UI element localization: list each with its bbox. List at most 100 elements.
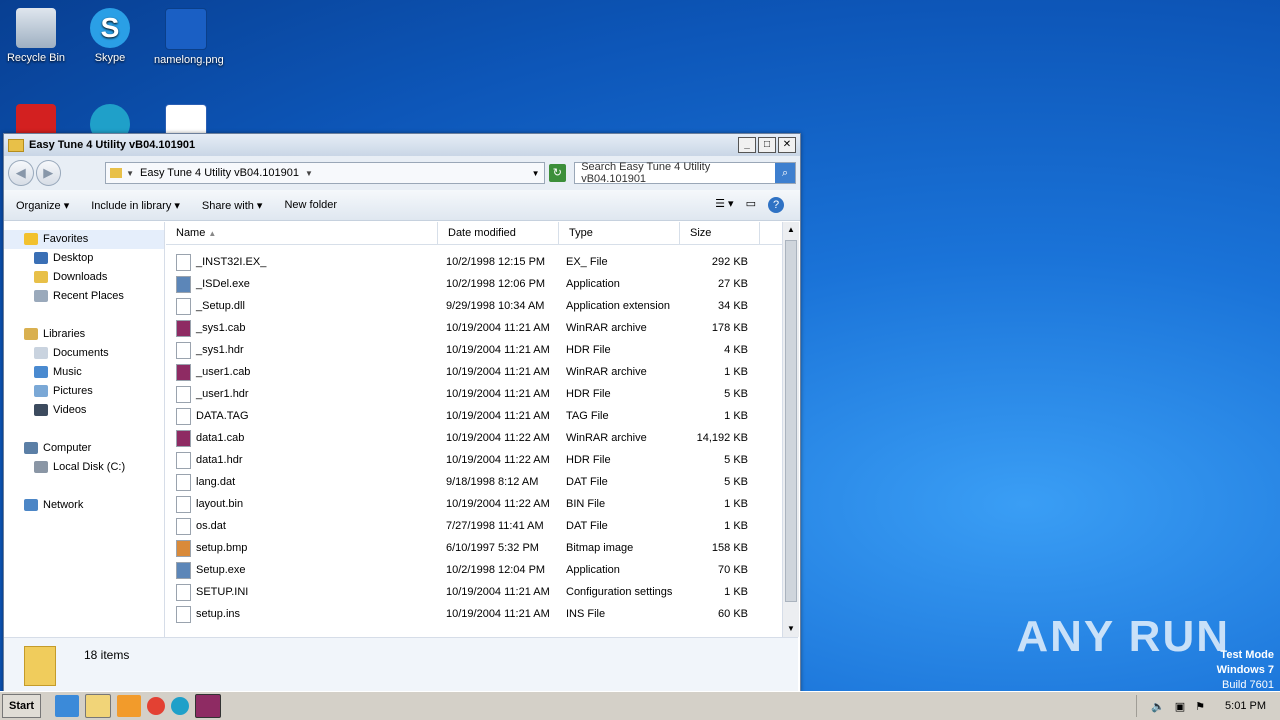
nav-recent-places[interactable]: Recent Places bbox=[4, 287, 164, 306]
size-cell: 60 KB bbox=[718, 608, 748, 620]
desktop-icon-skype[interactable]: S Skype bbox=[78, 8, 142, 64]
table-row[interactable]: _Setup.dll 9/29/1998 10:34 AM Application … bbox=[166, 295, 782, 317]
explorer-taskbar-icon[interactable] bbox=[85, 694, 112, 718]
date-cell: 10/19/2004 11:21 AM bbox=[446, 608, 550, 620]
edge-icon[interactable] bbox=[171, 697, 190, 715]
table-row[interactable]: SETUP.INI 10/19/2004 11:21 AM Configuratio… bbox=[166, 581, 782, 603]
start-button[interactable]: Start bbox=[2, 694, 42, 718]
back-button[interactable]: ◀ bbox=[8, 160, 34, 186]
minimize-button[interactable]: _ bbox=[738, 137, 756, 153]
file-name-cell: data1.cab bbox=[166, 429, 436, 447]
title-bar[interactable]: Easy Tune 4 Utility vB04.101901 _ □ ✕ bbox=[4, 134, 800, 156]
include-in-library-menu[interactable]: Include in library ▾ bbox=[91, 199, 180, 212]
table-row[interactable]: _sys1.cab 10/19/2004 11:21 AM WinRAR archi… bbox=[166, 317, 782, 339]
table-row[interactable]: os.dat 7/27/1998 11:41 AM DAT File 1 KB bbox=[166, 515, 782, 537]
type-cell: Application extension bbox=[566, 300, 670, 312]
file-name-cell: _INST32I.EX_ bbox=[166, 253, 436, 271]
maximize-button[interactable]: □ bbox=[758, 137, 776, 153]
address-dropdown-icon[interactable]: ▼ bbox=[532, 169, 540, 178]
date-cell: 10/19/2004 11:21 AM bbox=[446, 586, 550, 598]
address-bar[interactable]: ▼ Easy Tune 4 Utility vB04.101901 ▼ ▼ bbox=[105, 162, 545, 184]
date-cell: 10/19/2004 11:21 AM bbox=[446, 388, 550, 400]
vertical-scrollbar[interactable]: ▲ ▼ bbox=[782, 222, 799, 637]
table-row[interactable]: setup.bmp 6/10/1997 5:32 PM Bitmap image 15… bbox=[166, 537, 782, 559]
winrar-icon[interactable] bbox=[195, 694, 222, 718]
column-type[interactable]: Type bbox=[559, 222, 680, 244]
nav-music[interactable]: Music bbox=[4, 363, 164, 382]
desktop-icon-namelong[interactable]: namelong.png bbox=[154, 8, 224, 66]
date-cell: 7/27/1998 11:41 AM bbox=[446, 520, 544, 532]
table-row[interactable]: lang.dat 9/18/1998 8:12 AM DAT File 5 KB bbox=[166, 471, 782, 493]
size-cell: 158 KB bbox=[711, 542, 748, 554]
column-date-modified[interactable]: Date modified bbox=[438, 222, 559, 244]
new-folder-button[interactable]: New folder bbox=[284, 199, 337, 211]
preview-pane-icon[interactable]: ▭ bbox=[746, 197, 756, 213]
documents-icon bbox=[34, 347, 48, 360]
size-cell: 1 KB bbox=[724, 586, 748, 598]
downloads-icon bbox=[34, 271, 48, 284]
file-icon bbox=[176, 495, 191, 513]
scroll-thumb[interactable] bbox=[785, 240, 797, 602]
table-row[interactable]: _sys1.hdr 10/19/2004 11:21 AM HDR File 4 KB bbox=[166, 339, 782, 361]
refresh-button[interactable]: ↻ bbox=[548, 164, 567, 182]
table-row[interactable]: data1.hdr 10/19/2004 11:22 AM HDR File 5 KB bbox=[166, 449, 782, 471]
file-icon bbox=[176, 385, 191, 403]
nav-downloads[interactable]: Downloads bbox=[4, 268, 164, 287]
table-row[interactable]: Setup.exe 10/2/1998 12:04 PM Application 70… bbox=[166, 559, 782, 581]
size-cell: 1 KB bbox=[724, 498, 748, 510]
file-icon bbox=[176, 341, 191, 359]
table-row[interactable]: data1.cab 10/19/2004 11:22 AM WinRAR archi… bbox=[166, 427, 782, 449]
table-row[interactable]: DATA.TAG 10/19/2004 11:21 AM TAG File 1 KB bbox=[166, 405, 782, 427]
star-icon bbox=[24, 233, 38, 246]
column-name[interactable]: Name ▲ bbox=[166, 222, 438, 244]
type-cell: Bitmap image bbox=[566, 542, 634, 554]
breadcrumb-arrow-icon[interactable]: ▼ bbox=[126, 169, 134, 178]
nav-documents[interactable]: Documents bbox=[4, 344, 164, 363]
size-cell: 1 KB bbox=[724, 520, 748, 532]
media-player-icon[interactable] bbox=[117, 695, 142, 717]
file-name-cell: _sys1.cab bbox=[166, 319, 436, 337]
help-icon[interactable]: ? bbox=[768, 197, 784, 213]
table-row[interactable]: layout.bin 10/19/2004 11:22 AM BIN File 1 K… bbox=[166, 493, 782, 515]
search-input[interactable]: Search Easy Tune 4 Utility vB04.101901 ⌕ bbox=[574, 161, 796, 185]
nav-libraries[interactable]: Libraries bbox=[4, 325, 164, 344]
system-tray: 🔈 ▣ ⚑ 5:01 PM bbox=[1136, 695, 1280, 717]
file-name-cell: Setup.exe bbox=[166, 561, 436, 579]
nav-computer[interactable]: Computer bbox=[4, 439, 164, 458]
network-tray-icon[interactable]: ▣ bbox=[1175, 700, 1185, 713]
scroll-down-arrow[interactable]: ▼ bbox=[783, 621, 799, 637]
table-row[interactable]: _INST32I.EX_ 10/2/1998 12:15 PM EX_ File 29… bbox=[166, 251, 782, 273]
column-size[interactable]: Size bbox=[680, 222, 760, 244]
file-icon bbox=[176, 429, 191, 447]
breadcrumb-arrow-icon[interactable]: ▼ bbox=[305, 169, 313, 178]
clock[interactable]: 5:01 PM bbox=[1225, 700, 1266, 712]
forward-button[interactable]: ▶ bbox=[35, 160, 62, 186]
ie-icon[interactable] bbox=[55, 695, 80, 717]
computer-icon bbox=[24, 442, 38, 455]
flag-icon[interactable]: ⚑ bbox=[1195, 700, 1205, 713]
nav-pictures[interactable]: Pictures bbox=[4, 382, 164, 401]
close-button[interactable]: ✕ bbox=[778, 137, 796, 153]
nav-favorites[interactable]: Favorites bbox=[4, 230, 164, 249]
desktop-icon-recycle-bin[interactable]: Recycle Bin bbox=[4, 8, 68, 64]
volume-icon[interactable]: 🔈 bbox=[1151, 700, 1165, 713]
nav-desktop[interactable]: Desktop bbox=[4, 249, 164, 268]
view-options-icon[interactable]: ☰ ▾ bbox=[715, 197, 733, 213]
table-row[interactable]: _user1.hdr 10/19/2004 11:21 AM HDR File 5 K… bbox=[166, 383, 782, 405]
table-row[interactable]: _user1.cab 10/19/2004 11:21 AM WinRAR arch… bbox=[166, 361, 782, 383]
table-row[interactable]: _ISDel.exe 10/2/1998 12:06 PM Application 2… bbox=[166, 273, 782, 295]
file-name-cell: layout.bin bbox=[166, 495, 436, 513]
type-cell: EX_ File bbox=[566, 256, 608, 268]
type-cell: HDR File bbox=[566, 454, 611, 466]
share-with-menu[interactable]: Share with ▾ bbox=[202, 199, 263, 212]
file-icon bbox=[176, 583, 191, 601]
chrome-icon[interactable] bbox=[147, 697, 166, 715]
search-icon[interactable]: ⌕ bbox=[775, 163, 795, 183]
nav-local-disk[interactable]: Local Disk (C:) bbox=[4, 458, 164, 477]
table-row[interactable]: setup.ins 10/19/2004 11:21 AM INS File 60 K… bbox=[166, 603, 782, 625]
organize-menu[interactable]: Organize ▾ bbox=[16, 199, 69, 212]
scroll-up-arrow[interactable]: ▲ bbox=[783, 222, 799, 238]
date-cell: 10/19/2004 11:21 AM bbox=[446, 344, 550, 356]
nav-network[interactable]: Network bbox=[4, 496, 164, 515]
nav-videos[interactable]: Videos bbox=[4, 401, 164, 420]
